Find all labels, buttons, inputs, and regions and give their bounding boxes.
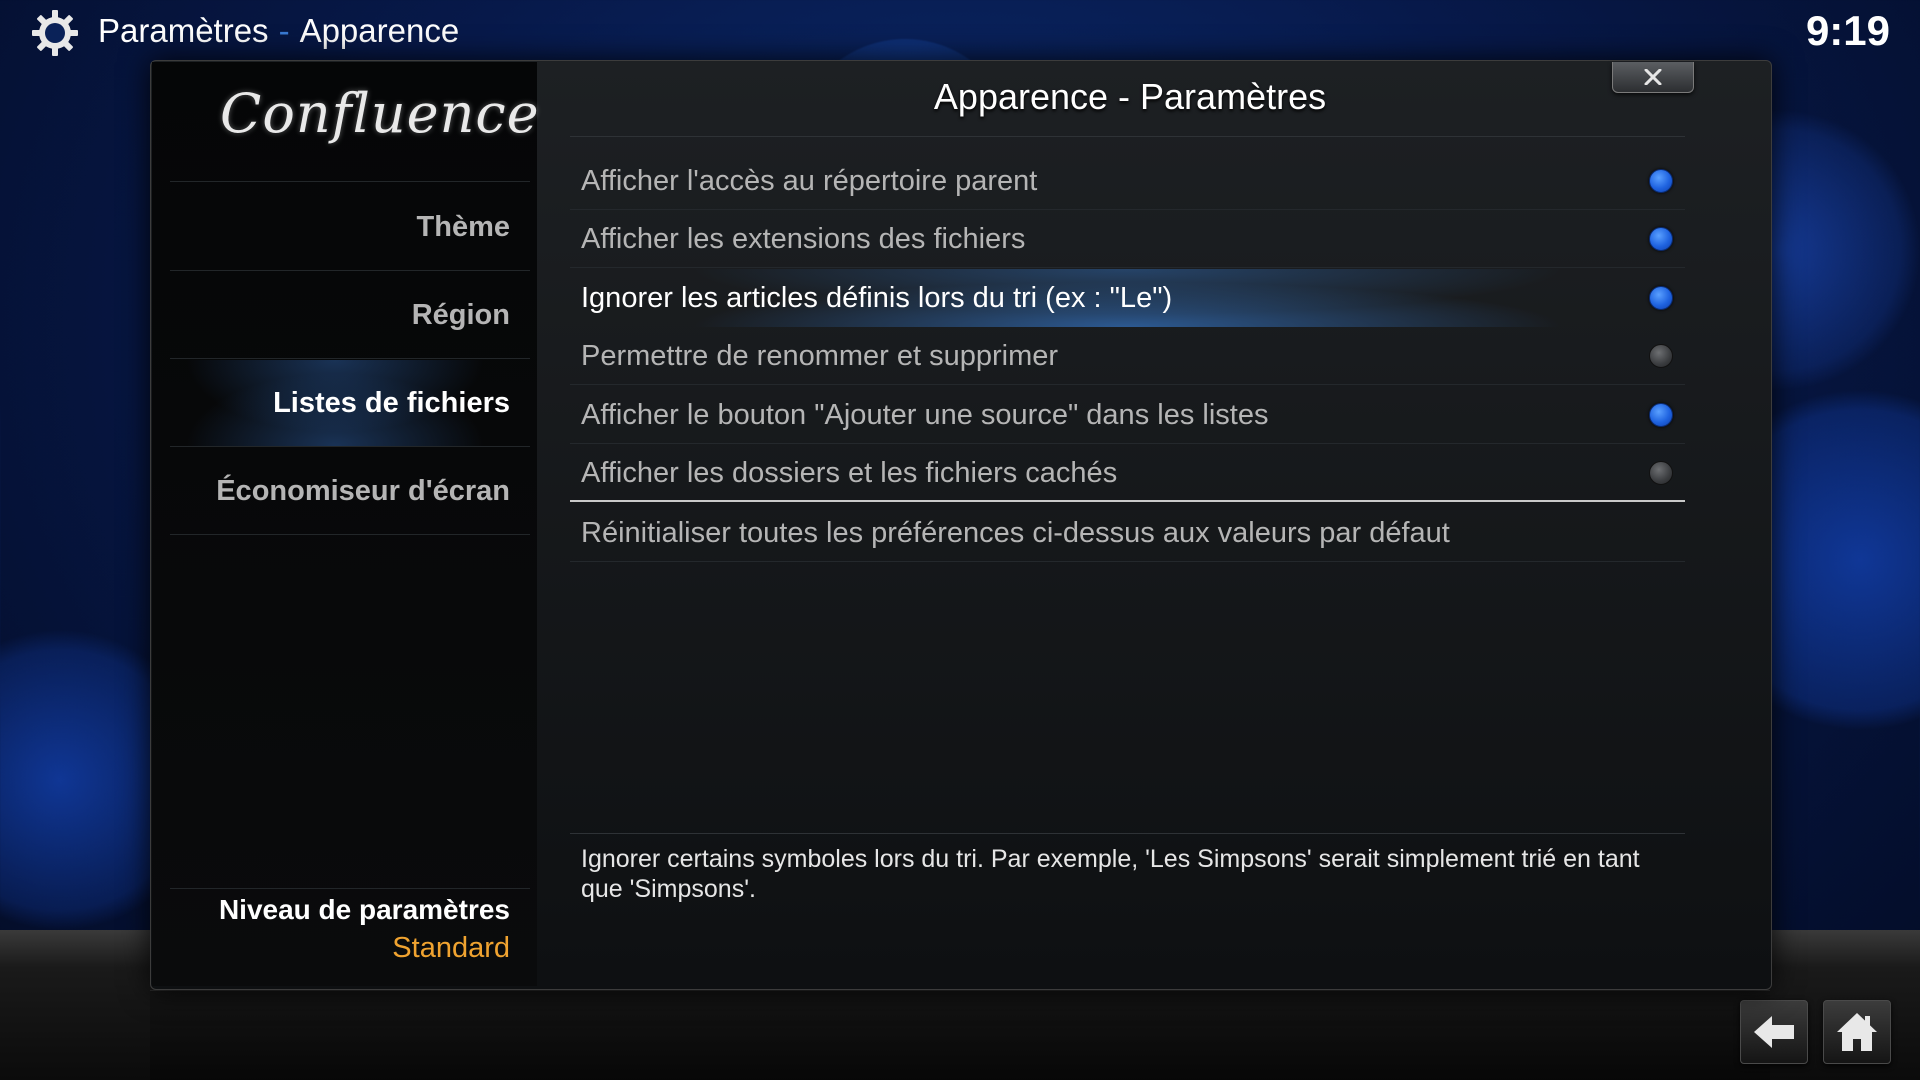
bottom-panel: [150, 990, 1770, 1080]
back-button[interactable]: [1740, 1000, 1808, 1064]
sidebar-item-file-lists[interactable]: Listes de fichiers: [160, 360, 510, 446]
sidebar-divider: [170, 446, 530, 447]
setting-label: Permettre de renommer et supprimer: [581, 340, 1059, 372]
breadcrumb-section: Paramètres: [98, 12, 269, 49]
setting-description: Ignorer certains symboles lors du tri. P…: [581, 845, 1640, 903]
setting-show-parent-folder[interactable]: Afficher l'accès au répertoire parent: [570, 152, 1685, 210]
title-divider: [570, 136, 1685, 137]
clock: 9:19: [1805, 7, 1890, 54]
setting-label: Afficher l'accès au répertoire parent: [581, 165, 1038, 197]
radio-toggle-icon[interactable]: [1649, 227, 1673, 251]
setting-label: Afficher les extensions des fichiers: [581, 223, 1026, 255]
description-divider: [570, 833, 1685, 834]
setting-label: Réinitialiser toutes les préférences ci-…: [581, 517, 1450, 549]
sidebar-divider: [170, 181, 530, 182]
setting-show-add-source[interactable]: Afficher le bouton "Ajouter une source" …: [570, 386, 1685, 444]
radio-toggle-icon[interactable]: [1649, 344, 1673, 368]
breadcrumb: Paramètres - Apparence: [98, 10, 459, 52]
sidebar-divider: [170, 534, 530, 535]
setting-label: Afficher le bouton "Ajouter une source" …: [581, 399, 1269, 431]
radio-toggle-icon[interactable]: [1649, 169, 1673, 193]
row-divider: [570, 561, 1685, 562]
top-bar: Paramètres - Apparence 9:19: [0, 0, 1920, 60]
radio-toggle-icon[interactable]: [1649, 286, 1673, 310]
sidebar-divider: [170, 888, 530, 889]
radio-toggle-icon[interactable]: [1649, 461, 1673, 485]
row-divider: [570, 384, 1685, 385]
sidebar-divider: [170, 358, 530, 359]
sidebar-item-theme[interactable]: Thème: [160, 184, 510, 270]
settings-level-value[interactable]: Standard: [160, 932, 510, 965]
radio-toggle-icon[interactable]: [1649, 403, 1673, 427]
setting-ignore-articles[interactable]: Ignorer les articles définis lors du tri…: [570, 269, 1685, 327]
setting-allow-rename-delete[interactable]: Permettre de renommer et supprimer: [570, 327, 1685, 385]
dialog-title: Apparence - Paramètres: [933, 76, 1327, 117]
sidebar-item-region[interactable]: Région: [160, 272, 510, 358]
gear-icon: [30, 8, 80, 58]
settings-level-title[interactable]: Niveau de paramètres: [160, 894, 510, 926]
setting-show-file-extensions[interactable]: Afficher les extensions des fichiers: [570, 210, 1685, 268]
row-divider: [570, 267, 1685, 268]
sidebar-item-screensaver[interactable]: Économiseur d'écran: [160, 448, 510, 534]
sidebar-divider: [170, 270, 530, 271]
setting-label: Afficher les dossiers et les fichiers ca…: [581, 457, 1118, 489]
setting-reset-defaults[interactable]: Réinitialiser toutes les préférences ci-…: [570, 504, 1685, 562]
breadcrumb-separator: -: [278, 12, 290, 49]
section-divider: [570, 500, 1685, 502]
setting-show-hidden-files[interactable]: Afficher les dossiers et les fichiers ca…: [570, 444, 1685, 502]
skin-logo: Confluence: [220, 82, 540, 145]
setting-label: Ignorer les articles définis lors du tri…: [581, 282, 1173, 314]
breadcrumb-page: Apparence: [299, 12, 460, 49]
home-button[interactable]: [1823, 1000, 1891, 1064]
